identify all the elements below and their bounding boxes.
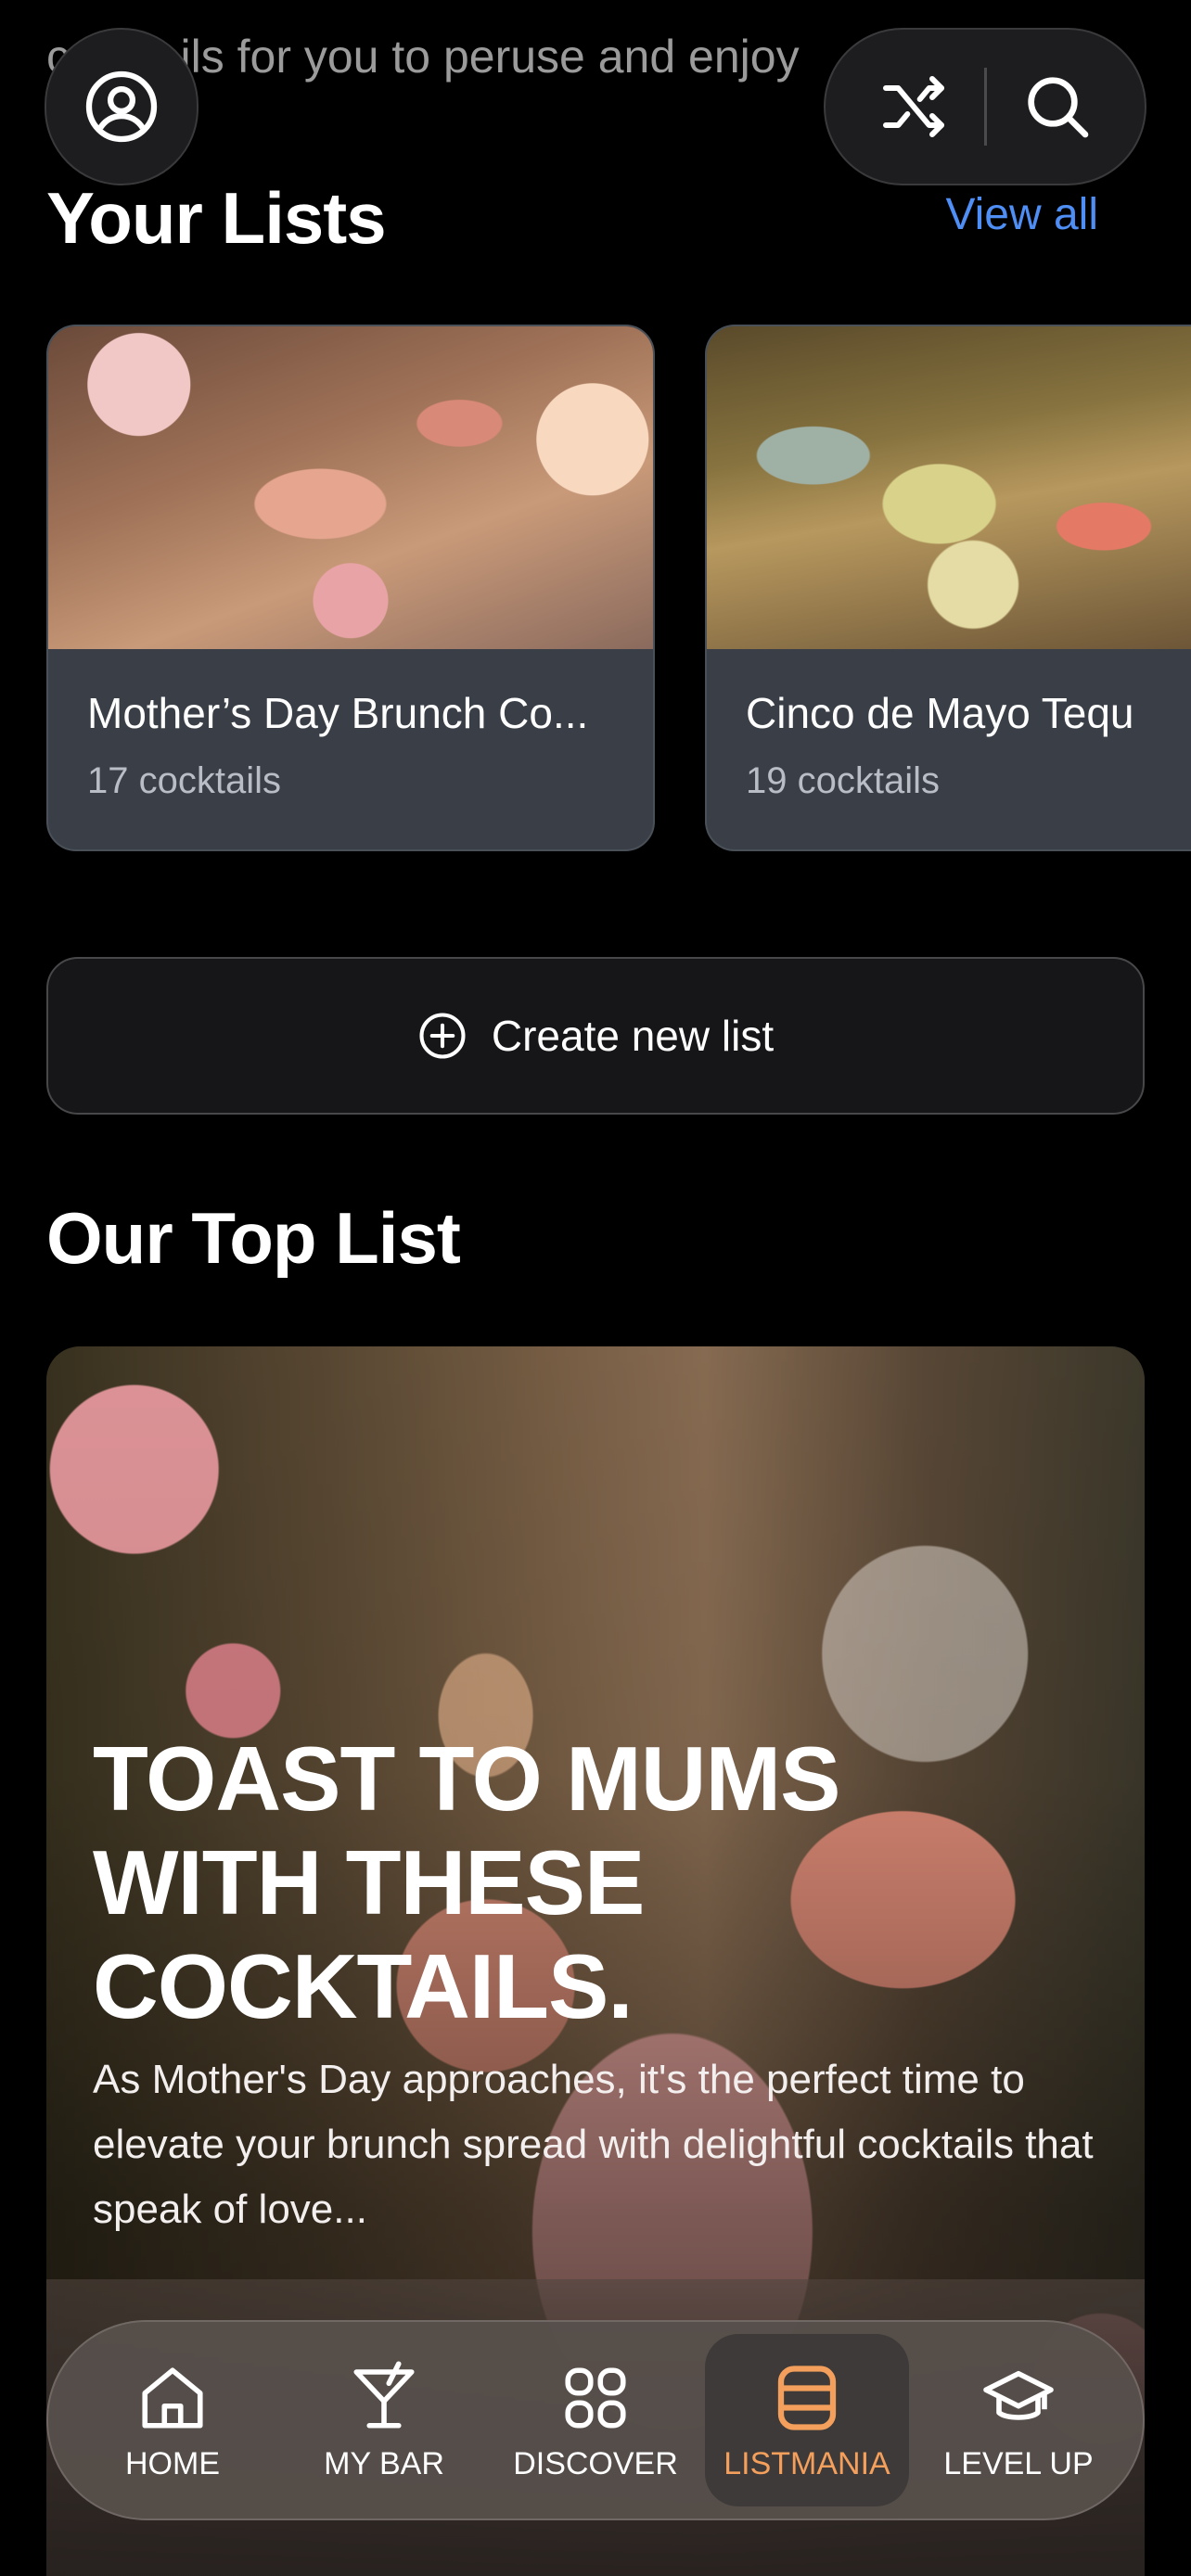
create-new-list-label: Create new list: [491, 1012, 775, 1060]
list-card[interactable]: Mother’s Day Brunch Co... 17 cocktails: [46, 325, 655, 851]
list-card-count: 17 cocktails: [87, 760, 281, 801]
shuffle-icon: [882, 76, 944, 137]
tab-discover[interactable]: DISCOVER: [493, 2334, 698, 2506]
tab-label: LISTMANIA: [724, 2445, 890, 2481]
grid-icon: [565, 2366, 626, 2429]
list-card-title: Mother’s Day Brunch Co...: [87, 689, 589, 737]
your-lists-title: Your Lists: [46, 177, 387, 259]
tab-label: DISCOVER: [513, 2445, 678, 2481]
toolbar-group: [824, 28, 1146, 185]
toolbar-divider: [983, 68, 987, 146]
list-card-image: [707, 326, 1191, 649]
create-new-list-button[interactable]: Create new list: [46, 957, 1145, 1115]
profile-button[interactable]: [45, 28, 198, 185]
top-list-title: Our Top List: [46, 1197, 461, 1279]
list-card-count: 19 cocktails: [746, 760, 940, 801]
shuffle-button[interactable]: [877, 70, 951, 144]
list-card-image: [48, 326, 653, 649]
list-icon: [777, 2365, 837, 2430]
bottom-tab-bar: HOME MY BAR DISCOVER LISTMANIA LEVEL UP: [46, 2320, 1145, 2520]
add-circle-icon: [419, 1013, 466, 1059]
hero-description: As Mother's Day approaches, it's the per…: [93, 2057, 1094, 2232]
tab-level-up[interactable]: LEVEL UP: [916, 2334, 1121, 2506]
hero-headline: TOAST TO MUMS WITH THESE COCKTAILS.: [93, 1728, 841, 2037]
tab-label: MY BAR: [324, 2445, 444, 2481]
cocktail-glass-icon: [353, 2360, 415, 2429]
list-card-title: Cinco de Mayo Tequ: [746, 689, 1134, 737]
tab-label: HOME: [125, 2445, 220, 2481]
tab-home[interactable]: HOME: [70, 2334, 275, 2506]
search-icon: [1027, 77, 1088, 138]
home-icon: [142, 2366, 203, 2429]
tab-listmania[interactable]: LISTMANIA: [705, 2334, 909, 2506]
tab-my-bar[interactable]: MY BAR: [282, 2334, 486, 2506]
profile-icon: [85, 70, 158, 143]
tab-label: LEVEL UP: [943, 2445, 1094, 2481]
graduation-cap-icon: [983, 2370, 1054, 2420]
list-card[interactable]: Cinco de Mayo Tequ 19 cocktails: [705, 325, 1191, 851]
search-button[interactable]: [1020, 70, 1095, 144]
view-all-link[interactable]: View all: [945, 189, 1098, 240]
